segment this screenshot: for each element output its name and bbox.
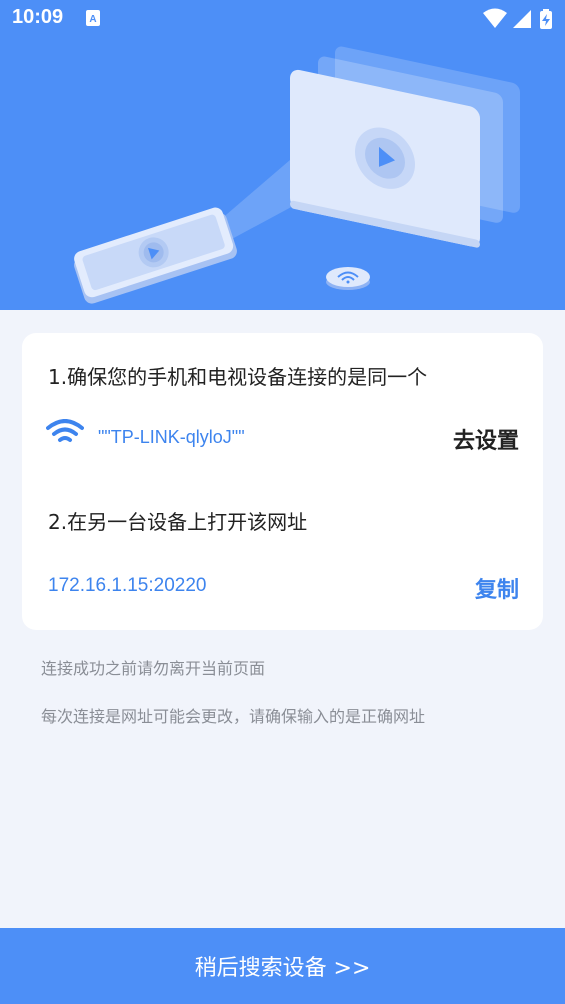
screen-cast-illustration (74, 46, 520, 304)
status-bar: 10:09 A (0, 0, 565, 38)
wifi-icon (46, 419, 84, 442)
tip-stay-on-page: 连接成功之前请勿离开当前页面 (41, 659, 266, 678)
connection-card: 1.确保您的手机和电视设备连接的是同一个 ""TP-LINK-qlyloJ"" … (22, 333, 543, 630)
step2-text: 2.在另一台设备上打开该网址 (48, 510, 308, 534)
go-settings-button[interactable]: 去设置 (453, 423, 519, 455)
tip-url-may-change: 每次连接是网址可能会更改，请确保输入的是正确网址 (41, 707, 426, 726)
step1-text: 1.确保您的手机和电视设备连接的是同一个 (48, 365, 428, 389)
wifi-icon (483, 8, 507, 28)
search-later-button[interactable]: 稍后搜索设备 >> (0, 928, 565, 1004)
copy-button[interactable]: 复制 (475, 572, 519, 604)
wifi-ssid: ""TP-LINK-qlyloJ"" (98, 427, 245, 447)
status-icons (483, 8, 552, 29)
connection-url: 172.16.1.15:20220 (48, 575, 207, 596)
signal-icon (513, 10, 531, 28)
svg-text:A: A (89, 14, 96, 25)
notification-a-icon: A (86, 10, 100, 26)
battery-charging-icon (540, 9, 552, 29)
hero-banner: 10:09 A (0, 0, 565, 310)
status-time: 10:09 (12, 6, 64, 28)
